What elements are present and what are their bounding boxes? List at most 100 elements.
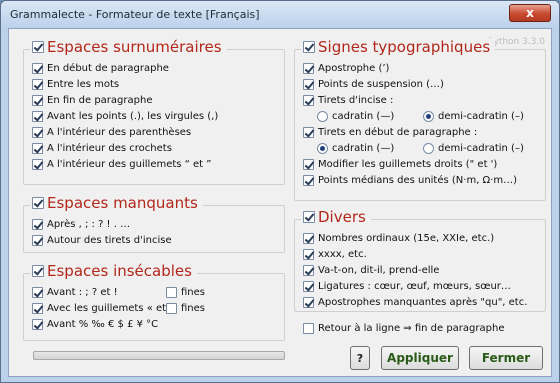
option-checkbox[interactable] — [32, 303, 43, 314]
group-toggle-checkbox[interactable] — [32, 197, 44, 209]
radio-row[interactable]: demi-cadratin (–) — [423, 143, 524, 154]
radio-cadratin-debut[interactable] — [317, 143, 328, 154]
group-toggle-checkbox[interactable] — [32, 265, 44, 277]
close-label: Fermer — [481, 351, 531, 365]
option-checkbox[interactable] — [303, 281, 314, 292]
fines-option-row[interactable]: fines — [166, 303, 205, 314]
option-checkbox[interactable] — [32, 127, 43, 138]
radio-row[interactable]: cadratin (—) — [317, 143, 394, 154]
option-checkbox[interactable] — [303, 63, 314, 74]
group-title: Signes typographiques — [318, 38, 491, 56]
option-label: Autour des tirets d'incise — [47, 235, 172, 246]
option-row[interactable]: Entre les mots — [32, 79, 119, 90]
option-checkbox[interactable] — [303, 265, 314, 276]
option-row[interactable]: Avant les points (.), les virgules (,) — [32, 111, 218, 122]
radio-label: cadratin (—) — [332, 111, 395, 122]
option-row[interactable]: A l'intérieur des guillemets “ et ” — [32, 159, 211, 170]
title-bar[interactable]: Grammalecte - Formateur de texte [França… — [1, 1, 559, 28]
fines-option-row[interactable]: fines — [166, 287, 205, 298]
group-espaces-surnumeraires: Espaces surnuméraires En début de paragr… — [23, 38, 285, 185]
option-checkbox[interactable] — [32, 219, 43, 230]
option-row[interactable]: Points médians des unités (N·m, Ω·m…) — [303, 175, 517, 186]
option-row[interactable]: Après , ; : ? ! . … — [32, 219, 130, 230]
option-checkbox[interactable] — [303, 79, 314, 90]
option-row[interactable]: Tirets d'incise : — [303, 95, 393, 106]
option-label: A l'intérieur des parenthèses — [47, 127, 192, 138]
option-row[interactable]: Avant % ‰ € $ £ ¥ °C — [32, 319, 158, 330]
option-row[interactable]: En fin de paragraphe — [32, 95, 152, 106]
retour-ligne-row[interactable]: Retour à la ligne ⇒ fin de paragraphe — [303, 323, 504, 334]
option-row[interactable]: Apostrophes manquantes après "qu", etc. — [303, 297, 527, 308]
radio-label: demi-cadratin (–) — [438, 111, 524, 122]
option-label: Ligatures : cœur, œuf, mœurs, sœur… — [318, 281, 511, 292]
option-label: Avec les guillemets « et » — [47, 303, 176, 314]
option-row[interactable]: Points de suspension (…) — [303, 79, 444, 90]
option-label: En début de paragraphe — [47, 63, 169, 74]
radio-demi-cadratin-incise[interactable] — [423, 111, 434, 122]
group-header: Espaces surnuméraires — [30, 38, 227, 56]
option-checkbox[interactable] — [32, 63, 43, 74]
option-row[interactable]: Autour des tirets d'incise — [32, 235, 172, 246]
option-label: A l'intérieur des crochets — [47, 143, 172, 154]
option-row[interactable]: Apostrophe (’) — [303, 63, 389, 74]
option-checkbox[interactable] — [32, 287, 43, 298]
window-close-button[interactable]: x — [509, 4, 551, 22]
option-row[interactable]: Avec les guillemets « et » — [32, 303, 175, 314]
group-toggle-checkbox[interactable] — [32, 41, 44, 53]
option-checkbox[interactable] — [32, 159, 43, 170]
group-espaces-insecables: Espaces insécables Avant : ; ? et ! fine… — [23, 262, 285, 341]
retour-ligne-checkbox[interactable] — [303, 323, 314, 334]
option-checkbox[interactable] — [32, 235, 43, 246]
fines-checkbox[interactable] — [166, 303, 177, 314]
radio-label: cadratin (—) — [332, 143, 395, 154]
option-checkbox[interactable] — [303, 249, 314, 260]
option-checkbox[interactable] — [303, 175, 314, 186]
group-divers: Divers Nombres ordinaux (15e, XXIe, etc.… — [294, 208, 546, 312]
version-label: Python 3.3.0 — [488, 37, 545, 47]
group-espaces-manquants: Espaces manquants Après , ; : ? ! . … Au… — [23, 194, 285, 253]
option-label: Entre les mots — [47, 79, 120, 90]
group-toggle-checkbox[interactable] — [303, 211, 315, 223]
option-checkbox[interactable] — [303, 159, 314, 170]
fines-checkbox[interactable] — [166, 287, 177, 298]
option-checkbox[interactable] — [32, 111, 43, 122]
radio-row[interactable]: demi-cadratin (–) — [423, 111, 524, 122]
option-label: Points médians des unités (N·m, Ω·m…) — [318, 175, 518, 186]
group-header: Signes typographiques — [301, 38, 496, 56]
radio-cadratin-incise[interactable] — [317, 111, 328, 122]
group-title: Espaces manquants — [47, 194, 198, 212]
radio-demi-cadratin-debut[interactable] — [423, 143, 434, 154]
option-checkbox[interactable] — [303, 127, 314, 138]
close-button[interactable]: Fermer — [469, 346, 543, 370]
option-checkbox[interactable] — [303, 233, 314, 244]
option-checkbox[interactable] — [32, 79, 43, 90]
option-checkbox[interactable] — [32, 143, 43, 154]
dialog-body: Python 3.3.0 Espaces surnuméraires En dé… — [8, 28, 552, 377]
option-row[interactable]: Va-t-on, dit-il, prend-elle — [303, 265, 439, 276]
apply-button[interactable]: Appliquer — [381, 346, 459, 370]
option-label: Avant les points (.), les virgules (,) — [47, 111, 219, 122]
option-row[interactable]: Nombres ordinaux (15e, XXIe, etc.) — [303, 233, 494, 244]
option-row[interactable]: Avant : ; ? et ! — [32, 287, 118, 298]
option-row[interactable]: A l'intérieur des parenthèses — [32, 127, 191, 138]
option-checkbox[interactable] — [303, 95, 314, 106]
option-label: Nombres ordinaux (15e, XXIe, etc.) — [318, 233, 495, 244]
option-row[interactable]: Modifier les guillemets droits (" et ') — [303, 159, 497, 170]
option-label: Apostrophes manquantes après "qu", etc. — [318, 297, 528, 308]
option-checkbox[interactable] — [303, 297, 314, 308]
group-toggle-checkbox[interactable] — [303, 41, 315, 53]
radio-row[interactable]: cadratin (—) — [317, 111, 394, 122]
option-row[interactable]: Ligatures : cœur, œuf, mœurs, sœur… — [303, 281, 511, 292]
option-label: Avant : ; ? et ! — [47, 287, 118, 298]
option-label: Modifier les guillemets droits (" et ') — [318, 159, 498, 170]
option-label: Tirets en début de paragraphe : — [318, 127, 478, 138]
option-row[interactable]: En début de paragraphe — [32, 63, 169, 74]
option-row[interactable]: xxxx, etc. — [303, 249, 367, 260]
option-row[interactable]: A l'intérieur des crochets — [32, 143, 172, 154]
radio-label: demi-cadratin (–) — [438, 143, 524, 154]
option-row[interactable]: Tirets en début de paragraphe : — [303, 127, 477, 138]
option-checkbox[interactable] — [32, 95, 43, 106]
help-button[interactable]: ? — [350, 346, 370, 370]
option-checkbox[interactable] — [32, 319, 43, 330]
option-label: Après , ; : ? ! . … — [47, 219, 131, 230]
